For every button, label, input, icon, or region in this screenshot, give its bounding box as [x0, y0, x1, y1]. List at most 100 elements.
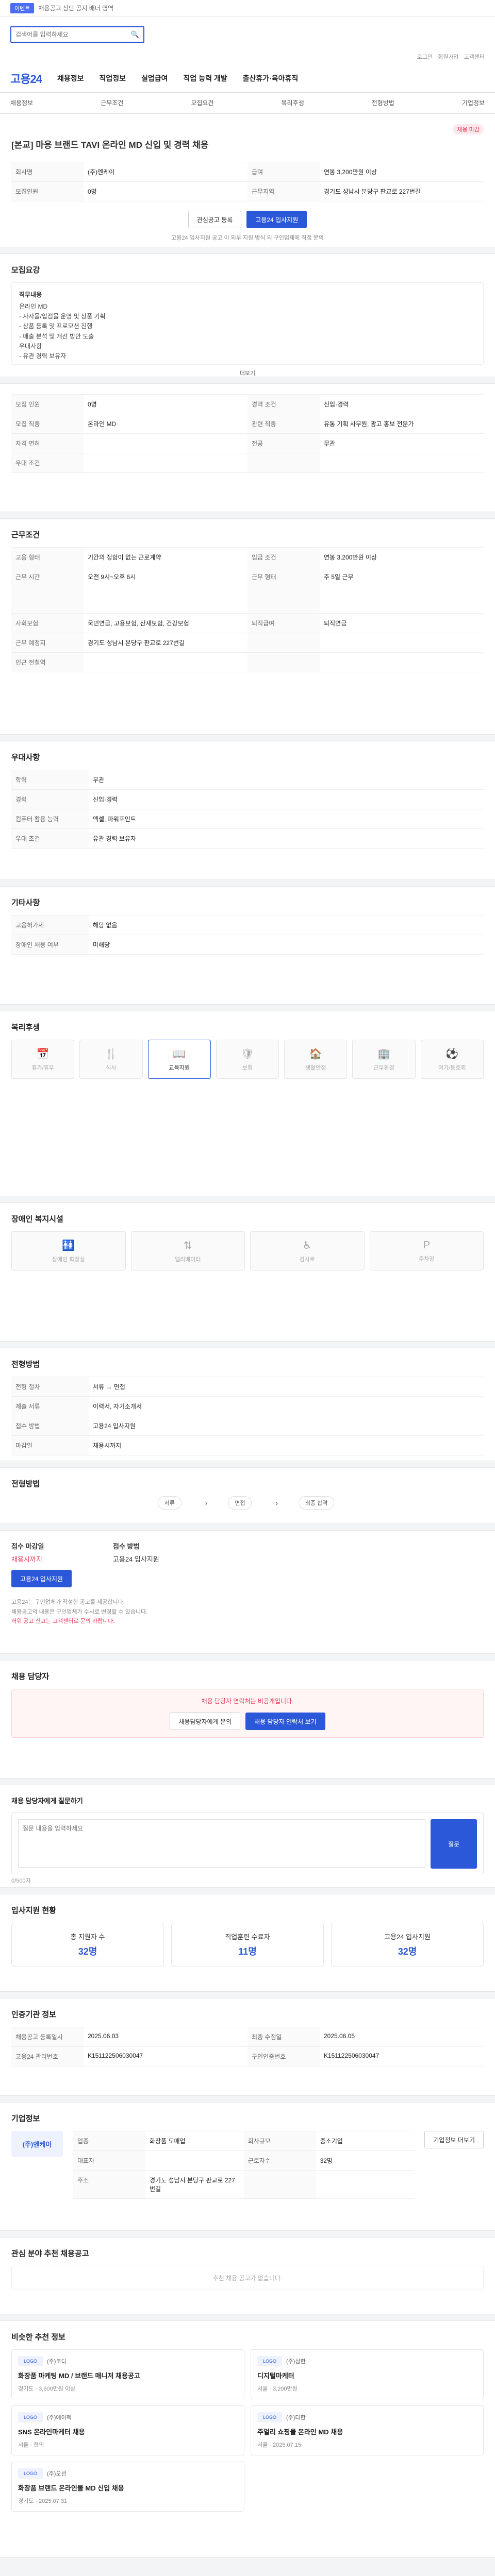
person-value: 0명	[84, 182, 248, 201]
company-section: 기업정보 (주)엔케이 업종 화장품 도매업 회사규모 중소기업 대표자 근로자수 32명…	[0, 2102, 495, 2231]
tab-company[interactable]: 기업정보	[462, 98, 485, 107]
cell: 이력서, 자기소개서	[89, 1397, 484, 1416]
welfare-tile[interactable]: ⚽ 여가/동호회	[420, 1040, 484, 1079]
tab-process[interactable]: 전형방법	[372, 98, 394, 107]
recommend-card[interactable]: LOGO (주)삼한 디지털마케터 서울 · 3,200만원	[251, 2349, 484, 2399]
search-input[interactable]	[15, 31, 128, 38]
tile-label: 보험	[242, 1064, 253, 1071]
section-title: 우대사항	[11, 753, 40, 762]
cell: 국민연금, 고용보험, 산재보험, 건강보험	[84, 614, 248, 633]
rec-meta: 경기도 · 2025.07.31	[18, 2498, 68, 2504]
banner-badge: 이벤트	[10, 3, 35, 13]
cell: 주 5일 근무	[320, 567, 484, 614]
welfare-tile[interactable]: 📅 휴가/휴무	[11, 1040, 75, 1079]
cell	[320, 653, 484, 672]
label: 회사명	[11, 162, 84, 182]
step-pill: 서류	[157, 1496, 182, 1510]
section-title: 근무조건	[11, 531, 40, 539]
facility-section: 장애인 복지시설 🚻 장애인 화장실 ⇅ 엘리베이터 ♿ 경사로 P 주차장	[0, 1202, 495, 1342]
gnb-jobs[interactable]: 채용정보	[57, 73, 84, 83]
tab-welfare[interactable]: 복리후생	[281, 98, 304, 107]
question-submit[interactable]: 질문	[431, 1819, 477, 1869]
stat-label: 직업훈련 수료자	[225, 1933, 270, 1941]
welfare-tile[interactable]: 🍴 식사	[79, 1040, 143, 1079]
welfare-tile[interactable]: 🏠 생활안정	[284, 1040, 348, 1079]
global-nav: 고용24 채용정보 직업정보 실업급여 직업 능력 개발 출산휴가·육아휴직	[0, 64, 495, 93]
apply-button-2[interactable]: 고용24 입사지원	[11, 1570, 72, 1587]
deadline-value: 채용시까지	[11, 1555, 42, 1563]
stat-label: 고용24 입사지원	[384, 1933, 431, 1941]
company-logo-icon: LOGO	[257, 2412, 282, 2422]
signup-link[interactable]: 회원가입	[438, 53, 458, 64]
section-tabs: 채용정보 근무조건 모집요건 복리후생 전형방법 기업정보	[0, 93, 495, 113]
job-desc: 온라인 MD - 자사몰/입점몰 운영 및 상품 기획 - 상품 등록 및 프로…	[19, 303, 106, 360]
company-logo-icon: LOGO	[18, 2412, 43, 2422]
section-title: 기타사항	[11, 899, 40, 907]
company-more-button[interactable]: 기업정보 더보기	[424, 2131, 484, 2148]
parking-icon: P	[423, 1239, 430, 1251]
rec-company: (주)에이팩	[47, 2415, 72, 2421]
tab-cond[interactable]: 근무조건	[101, 98, 123, 107]
cell: 임금 조건	[248, 548, 320, 567]
gnb-benefit[interactable]: 실업급여	[141, 73, 168, 83]
section-title: 전형방법	[11, 1480, 40, 1488]
scrap-button[interactable]: 관심공고 등록	[188, 211, 242, 228]
rec-company: (주)오션	[47, 2471, 67, 2477]
cell	[145, 2151, 244, 2171]
cell: 신입·경력	[320, 395, 484, 414]
cell: 장애인 채용 여부	[11, 935, 89, 955]
more-button[interactable]: 더보기	[11, 369, 484, 377]
search-icon[interactable]: 🔍	[131, 30, 139, 39]
section-title: 복리후생	[11, 1023, 40, 1032]
gnb-leave[interactable]: 출산휴가·육아휴직	[243, 73, 299, 83]
cell: 기간의 정함이 없는 근로계약	[84, 548, 248, 567]
rec-title: 주얼리 쇼핑몰 온라인 MD 채용	[257, 2428, 343, 2436]
question-input[interactable]	[18, 1819, 425, 1868]
recommend-grid: LOGO (주)코디 화장품 마케팅 MD / 브랜드 매니저 채용공고 경기도 · …	[11, 2349, 484, 2512]
empty-message: 추천 채용 공고가 없습니다.	[11, 2266, 484, 2290]
contact-view-button[interactable]: 채용 담당자 연락처 보기	[245, 1713, 325, 1730]
recommend-card[interactable]: LOGO (주)코디 화장품 마케팅 MD / 브랜드 매니저 채용공고 경기도 · …	[11, 2349, 244, 2399]
cell: 유통 기획 사무원, 광고 홍보 전문가	[320, 414, 484, 434]
recommend-section: 비슷한 추천 정보 LOGO (주)코디 화장품 마케팅 MD / 브랜드 매니저 …	[0, 2320, 495, 2557]
site-logo[interactable]: 고용24	[10, 70, 42, 87]
facility-tile: ⇅ 엘리베이터	[130, 1231, 245, 1270]
tile-label: 휴가/휴무	[31, 1064, 54, 1071]
cell: 미해당	[89, 935, 484, 955]
cell: 퇴직급여	[248, 614, 320, 633]
header-info: 회사명 (주)엔케이 급여 연봉 3,200만원 이상 모집인원 0명 근무지역…	[11, 162, 484, 201]
ramp-icon: ♿	[302, 1240, 312, 1251]
recommend-card[interactable]: LOGO (주)다한 주얼리 쇼핑몰 온라인 MD 채용 서울 · 2025.07.1…	[251, 2405, 484, 2455]
cell: 오전 9시~오후 6시	[84, 567, 248, 614]
gnb-training[interactable]: 직업 능력 개발	[184, 73, 227, 83]
banner-text[interactable]: 채용공고 상단 공지 배너 영역	[38, 4, 113, 12]
tab-req[interactable]: 모집요건	[191, 98, 213, 107]
recommend-card[interactable]: LOGO (주)에이팩 SNS 온라인마케터 채용 서울 · 협의	[11, 2405, 244, 2455]
login-link[interactable]: 로그인	[417, 53, 433, 64]
char-count: 0/500자	[11, 1878, 31, 1884]
cell	[84, 434, 248, 453]
welfare-tile[interactable]: 🛡 보험	[216, 1040, 279, 1079]
step-pill: 면접	[228, 1496, 252, 1510]
tile-label: 생활안정	[305, 1064, 326, 1071]
cell: 전공	[248, 434, 320, 453]
tab-info[interactable]: 채용정보	[10, 98, 33, 107]
section-title: 비슷한 추천 정보	[11, 2333, 65, 2342]
cell: 구인인증번호	[248, 2047, 320, 2066]
stat-value: 32명	[78, 1946, 97, 1957]
gnb-career[interactable]: 직업정보	[99, 73, 126, 83]
ask-button[interactable]: 채용담당자에게 문의	[170, 1713, 241, 1730]
help-link[interactable]: 고객센터	[464, 53, 485, 64]
section-title: 채용 담당자에게 질문하기	[11, 1797, 83, 1805]
recommend-card[interactable]: LOGO (주)오션 화장품 브랜드 온라인몰 MD 신입 채용 경기도 · 2025…	[11, 2462, 244, 2512]
cell: 경력	[11, 790, 89, 809]
apply-button[interactable]: 고용24 입사지원	[246, 211, 307, 228]
welfare-tile[interactable]: 📖 교육지원	[147, 1040, 211, 1079]
etc-table: 고용허가제 해당 없음 장애인 채용 여부 미해당	[11, 915, 484, 955]
rec-title: 화장품 브랜드 온라인몰 MD 신입 채용	[18, 2484, 124, 2492]
notice-item: 허위 공고 신고는 고객센터로 문의 바랍니다.	[11, 1618, 115, 1625]
method-label: 접수 방법	[112, 1543, 140, 1550]
welfare-tile[interactable]: 🏢 근무환경	[352, 1040, 416, 1079]
cell: 관련 직종	[248, 414, 320, 434]
search-box[interactable]: 🔍	[10, 26, 144, 43]
